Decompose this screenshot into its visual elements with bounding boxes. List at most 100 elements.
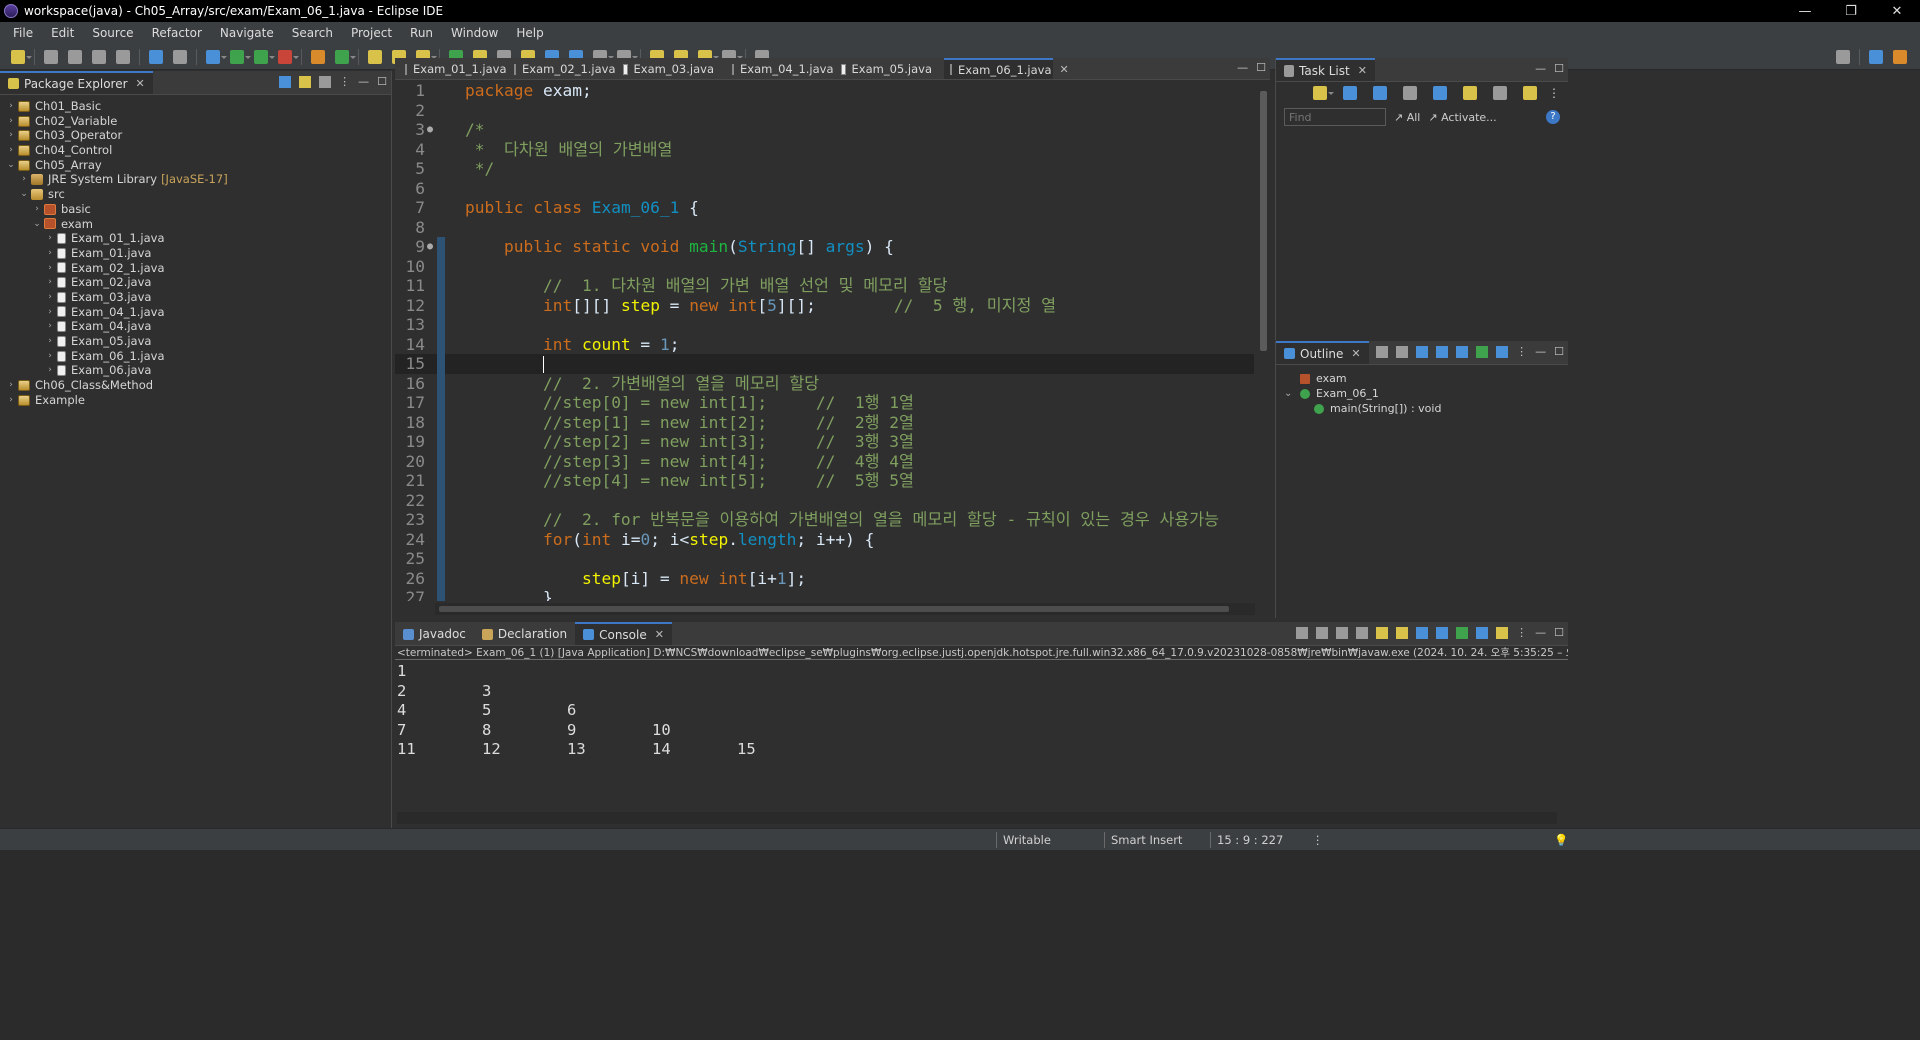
focus-workweek-icon[interactable] [1433,86,1447,100]
editor-tab[interactable]: Exam_03.java [617,59,726,79]
tree-item[interactable]: › Exam_05.java [0,334,391,349]
tree-item[interactable]: › Ch04_Control [0,143,391,158]
display-console-icon[interactable] [1476,626,1489,639]
run-icon[interactable] [230,49,251,64]
sync-changed-icon[interactable] [1523,86,1537,100]
tree-item[interactable]: › Ch03_Operator [0,128,391,143]
tab-declaration[interactable]: Declaration [474,623,575,645]
chevron-right-icon[interactable]: › [45,363,55,378]
menu-run[interactable]: Run [401,26,442,40]
redo-icon[interactable] [116,49,130,64]
insert-mode-status[interactable]: Smart Insert [1104,832,1182,848]
help-icon[interactable]: ? [1546,110,1560,124]
tab-console[interactable]: Console ✕ [575,622,672,645]
tree-item[interactable]: › Exam_04.java [0,319,391,334]
maximize-view-icon[interactable]: ☐ [1554,345,1564,358]
editor-tab[interactable]: Exam_04_1.java [726,59,835,79]
chevron-right-icon[interactable]: › [19,172,29,187]
open-type-icon[interactable] [368,49,382,64]
filter-icon[interactable] [319,75,332,88]
hide-completed-icon[interactable] [1403,86,1417,100]
chevron-right-icon[interactable]: › [45,349,55,364]
chevron-right-icon[interactable]: › [45,334,55,349]
save-all-icon[interactable] [68,49,82,64]
scheduled-icon[interactable] [1373,86,1387,100]
new-icon[interactable] [11,49,32,64]
close-icon[interactable]: ✕ [655,628,664,641]
tab-outline[interactable]: Outline ✕ [1276,341,1369,364]
tree-item[interactable]: › Exam_02.java [0,275,391,290]
chevron-right-icon[interactable]: › [32,202,42,217]
chevron-down-icon[interactable]: ⌄ [6,158,16,173]
chevron-right-icon[interactable]: › [45,319,55,334]
chevron-right-icon[interactable]: › [6,143,16,158]
tree-item[interactable]: › Exam_04_1.java [0,305,391,320]
close-icon[interactable]: ✕ [1060,63,1069,76]
remove-all-terminated-icon[interactable] [1336,626,1349,639]
minimize-view-icon[interactable]: — [358,75,369,88]
sync-icon[interactable] [1463,86,1477,100]
menu-file[interactable]: File [4,26,42,40]
coverage-icon[interactable] [254,49,275,64]
editor-vertical-scrollbar[interactable] [1256,81,1270,601]
minimize-view-icon[interactable]: — [1535,626,1546,639]
chevron-right-icon[interactable]: › [6,99,16,114]
search-icon[interactable] [1836,49,1850,64]
hide-fields-icon[interactable] [1416,345,1429,358]
sort-icon[interactable] [1396,345,1409,358]
show-on-stdout-icon[interactable] [1416,626,1429,639]
view-menu-icon[interactable]: ⋮ [1516,626,1527,639]
status-menu-icon[interactable]: ⋮ [1306,832,1324,848]
activate-link[interactable]: ↗ Activate... [1428,111,1496,124]
java-perspective-icon[interactable] [1893,49,1907,64]
chevron-right-icon[interactable]: › [6,128,16,143]
pin-console-icon[interactable] [1456,626,1469,639]
debug-icon[interactable] [206,49,227,64]
new-java-project-icon[interactable] [311,49,325,64]
terminate-icon[interactable] [1296,626,1309,639]
tab-package-explorer[interactable]: Package Explorer ✕ [0,71,153,94]
tree-item[interactable]: › Exam_02_1.java [0,261,391,276]
chevron-right-icon[interactable]: › [6,393,16,408]
tree-item[interactable]: › Exam_01_1.java [0,231,391,246]
maximize-view-icon[interactable]: ☐ [377,75,387,88]
close-icon[interactable]: ✕ [1351,347,1360,360]
tree-item[interactable]: ⌄ exam [0,217,391,232]
menu-navigate[interactable]: Navigate [211,26,283,40]
link-with-editor-icon[interactable] [299,75,312,88]
tree-item[interactable]: ⌄ src [0,187,391,202]
chevron-right-icon[interactable]: › [45,231,55,246]
chevron-down-icon[interactable]: ⌄ [32,217,42,232]
tip-bulb-icon[interactable]: 💡 [1548,832,1568,848]
hide-static-icon[interactable] [1436,345,1449,358]
open-perspective-icon[interactable] [1869,49,1883,64]
editor-tab[interactable]: Exam_06_1.java ✕ [944,58,1069,79]
menu-edit[interactable]: Edit [42,26,83,40]
menu-help[interactable]: Help [507,26,552,40]
clear-console-icon[interactable] [1356,626,1369,639]
collapse-tasks-icon[interactable] [1493,86,1507,100]
minimize-button[interactable]: — [1782,4,1828,19]
menu-refactor[interactable]: Refactor [143,26,211,40]
fold-marker-icon[interactable]: ● [427,237,437,257]
terminal-icon[interactable] [149,49,163,64]
view-menu-icon[interactable]: ⋮ [339,75,350,88]
console-output[interactable]: 1 2 3 4 5 6 7 8 9 10 11 12 13 14 15 [395,660,1568,760]
minimize-editor-icon[interactable]: — [1237,61,1248,74]
chevron-down-icon[interactable]: ⌄ [19,187,29,202]
menu-project[interactable]: Project [342,26,401,40]
tree-item[interactable]: › Ch06_Class&Method [0,378,391,393]
chevron-right-icon[interactable]: › [45,261,55,276]
chevron-right-icon[interactable]: › [6,114,16,129]
new-task-icon[interactable] [1313,86,1334,100]
external-tools-icon[interactable] [278,49,299,64]
tree-item[interactable]: › Example [0,393,391,408]
link-editor-icon[interactable] [1496,345,1509,358]
scroll-thumb[interactable] [439,606,1229,612]
maximize-view-icon[interactable]: ☐ [1554,626,1564,639]
chevron-right-icon[interactable]: › [45,290,55,305]
save-icon[interactable] [44,49,58,64]
tree-item[interactable]: › Exam_06.java [0,363,391,378]
hide-non-public-icon[interactable] [1456,345,1469,358]
tree-item[interactable]: › Ch01_Basic [0,99,391,114]
